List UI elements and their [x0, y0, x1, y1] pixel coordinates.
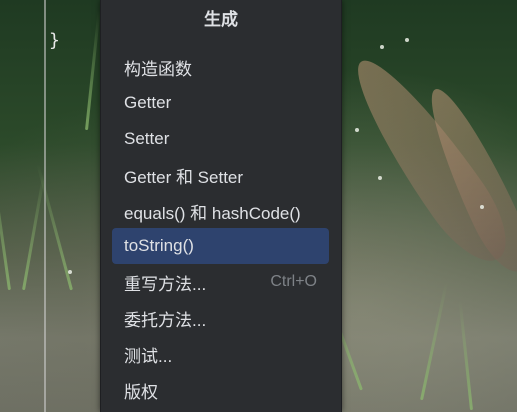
background-speck — [405, 38, 409, 42]
menu-item-getter-and-setter[interactable]: Getter 和 Setter — [112, 157, 329, 193]
menu-item-shortcut: Ctrl+O — [270, 273, 317, 290]
generate-popup-menu: 生成 构造函数 Getter Setter Getter 和 Setter eq… — [100, 0, 342, 412]
popup-title: 生成 — [204, 10, 238, 29]
menu-item-test[interactable]: 测试... — [112, 336, 329, 372]
editor-gutter-line — [44, 0, 46, 412]
background-speck — [68, 270, 72, 274]
background-grass — [0, 151, 11, 291]
menu-item-label: 版权 — [124, 382, 158, 402]
background-grass — [420, 282, 448, 401]
background-speck — [378, 176, 382, 180]
background-grass — [85, 10, 101, 131]
menu-item-label: equals() 和 hashCode() — [124, 203, 301, 223]
menu-item-delegate-methods[interactable]: 委托方法... — [112, 300, 329, 336]
menu-item-label: Setter — [124, 129, 170, 148]
background-grass — [458, 300, 473, 411]
desktop-background: } 生成 构造函数 Getter Setter Getter 和 Setter … — [0, 0, 517, 412]
menu-item-label: toString() — [124, 236, 194, 255]
menu-item-constructor[interactable]: 构造函数 — [112, 49, 329, 85]
menu-item-label: Getter 和 Setter — [124, 167, 244, 187]
code-line: } — [49, 30, 60, 51]
menu-item-override-methods[interactable]: 重写方法... Ctrl+O — [112, 264, 329, 300]
menu-item-label: 委托方法... — [124, 310, 207, 330]
menu-item-tostring[interactable]: toString() — [112, 228, 329, 264]
menu-item-label: 重写方法... — [124, 274, 207, 294]
background-speck — [355, 128, 359, 132]
menu-item-copyright[interactable]: 版权 — [112, 372, 329, 408]
background-speck — [380, 45, 384, 49]
menu-item-label: 构造函数 — [124, 59, 192, 79]
menu-item-getter[interactable]: Getter — [112, 85, 329, 121]
menu-item-label: 测试... — [124, 346, 173, 366]
menu-item-setter[interactable]: Setter — [112, 121, 329, 157]
background-speck — [480, 205, 484, 209]
menu-item-equals-hashcode[interactable]: equals() 和 hashCode() — [112, 193, 329, 229]
menu-item-label: Getter — [124, 93, 172, 112]
